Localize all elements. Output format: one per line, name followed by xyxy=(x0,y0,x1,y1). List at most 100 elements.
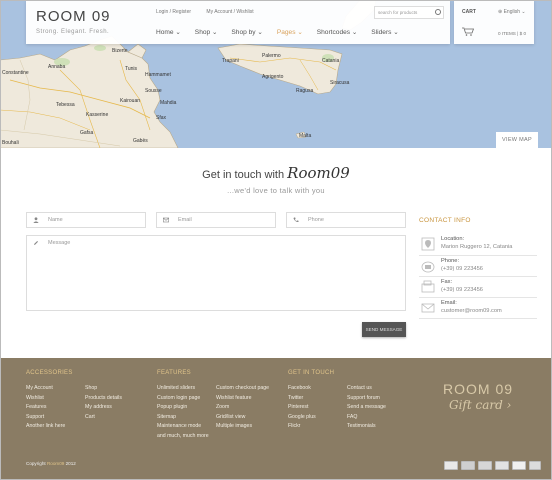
map-label: Trapani xyxy=(222,58,239,64)
footer-link[interactable]: Support forum xyxy=(347,394,386,404)
footer-link[interactable]: Features xyxy=(26,403,65,413)
copyright: Copyright Room09 2012 xyxy=(26,461,76,466)
login-register-link[interactable]: Login / Register xyxy=(156,9,191,15)
phone-field[interactable]: Phone xyxy=(286,212,406,228)
map-label: Annaba xyxy=(48,64,66,70)
payment-card-icon xyxy=(495,461,509,470)
footer-link[interactable]: Testimonials xyxy=(347,422,386,432)
account-wishlist-link[interactable]: My Account / Wishlist xyxy=(206,9,253,15)
cart-widget[interactable]: CART ⊕ English ⌄ 0 ITEMS | $ 0 xyxy=(454,0,534,44)
map-label: Hammamet xyxy=(145,72,171,78)
map-label: Kairouan xyxy=(120,98,141,104)
footer-accessories-col1: My Account Wishlist Features Support Ano… xyxy=(26,384,65,432)
contact-info-fax: Fax: (+39) 09 223456 xyxy=(419,279,537,298)
map-label: Tebessa xyxy=(56,102,75,108)
footer-link[interactable]: Custom checkout page xyxy=(216,384,269,394)
message-placeholder: Message xyxy=(48,240,71,246)
fax-value: (+39) 09 223456 xyxy=(441,287,483,293)
footer-logo: ROOM 09 xyxy=(443,381,514,397)
footer-link[interactable]: Custom login page xyxy=(157,394,209,404)
site-header: ROOM 09 Strong. Elegant. Fresh. Login / … xyxy=(26,0,450,44)
location-value: Marion Ruggero 12, Catania xyxy=(441,244,513,250)
cart-icon[interactable] xyxy=(462,27,474,36)
footer-link[interactable]: Facebook xyxy=(288,384,316,394)
map-label: Palermo xyxy=(262,53,281,59)
message-field[interactable]: Message xyxy=(26,235,406,311)
map-label: Sfax xyxy=(156,115,167,121)
send-message-button[interactable]: SEND MESSAGE xyxy=(362,322,406,337)
footer-link[interactable]: Send a message xyxy=(347,403,386,413)
footer-link[interactable]: Flickr xyxy=(288,422,316,432)
footer-link[interactable]: Unlimited sliders xyxy=(157,384,209,394)
location-label: Location: xyxy=(441,236,465,242)
nav-shop-by[interactable]: Shop by ⌄ xyxy=(231,28,263,36)
envelope-icon xyxy=(163,217,169,223)
name-field[interactable]: Name xyxy=(26,212,146,228)
footer-link[interactable]: Multiple images xyxy=(216,422,269,432)
nav-pages[interactable]: Pages ⌄ xyxy=(277,28,303,36)
payment-card-icon xyxy=(512,461,526,470)
map-label: Constantine xyxy=(2,70,29,76)
footer-link[interactable]: Twitter xyxy=(288,394,316,404)
phone-icon xyxy=(293,217,299,223)
footer-link[interactable]: Pinterest xyxy=(288,403,316,413)
search-icon[interactable] xyxy=(435,9,441,15)
contact-subheading: ...we'd love to talk with you xyxy=(227,186,325,195)
contact-info-email: Email: customer@room09.com xyxy=(419,300,537,319)
map-label: Sousse xyxy=(145,88,162,94)
logo[interactable]: ROOM 09 xyxy=(36,8,111,25)
email-placeholder: Email xyxy=(178,217,192,223)
footer-link[interactable]: Grid/list view xyxy=(216,413,269,423)
contact-heading: Get in touch with Room09 xyxy=(0,164,552,182)
phone-icon xyxy=(421,261,435,273)
top-links: Login / Register My Account / Wishlist xyxy=(156,9,268,15)
nav-shop[interactable]: Shop ⌄ xyxy=(195,28,218,36)
pencil-icon xyxy=(34,241,38,245)
footer-link[interactable]: Cart xyxy=(85,413,122,423)
map-label: Kasserine xyxy=(86,112,109,118)
view-map-button[interactable]: VIEW MAP xyxy=(496,132,538,148)
name-placeholder: Name xyxy=(48,217,63,223)
footer-link[interactable]: Wishlist feature xyxy=(216,394,269,404)
phone-placeholder: Phone xyxy=(308,217,324,223)
email-label: Email: xyxy=(441,300,457,306)
footer-link[interactable]: Contact us xyxy=(347,384,386,394)
map-label: Gabès xyxy=(133,138,148,144)
footer-link[interactable]: Support xyxy=(26,413,65,423)
contact-info-location: Location: Marion Ruggero 12, Catania xyxy=(419,236,537,256)
footer-link[interactable]: Popup plugin xyxy=(157,403,209,413)
email-value[interactable]: customer@room09.com xyxy=(441,308,502,314)
footer-link[interactable]: and much, much more xyxy=(157,432,209,442)
map-label: Catania xyxy=(322,58,340,64)
footer-link[interactable]: Zoom xyxy=(216,403,269,413)
contact-info-phone: Phone: (+39) 09 223456 xyxy=(419,258,537,277)
copyright-prefix: Copyright xyxy=(26,461,46,466)
nav-home[interactable]: Home ⌄ xyxy=(156,28,181,36)
footer-link[interactable]: Google plus xyxy=(288,413,316,423)
footer-link[interactable]: Wishlist xyxy=(26,394,65,404)
footer-get-in-touch-col1: Facebook Twitter Pinterest Google plus F… xyxy=(288,384,316,432)
main-nav: Home ⌄ Shop ⌄ Shop by ⌄ Pages ⌄ Shortcod… xyxy=(156,28,411,36)
map-label: Siracusa xyxy=(330,80,350,86)
footer-link[interactable]: Another link here xyxy=(26,422,65,432)
copyright-brand[interactable]: Room09 xyxy=(47,461,64,466)
copyright-year: 2012 xyxy=(65,461,76,466)
cart-summary: 0 ITEMS | $ 0 xyxy=(498,31,526,36)
nav-sliders[interactable]: Sliders ⌄ xyxy=(371,28,399,36)
language-select[interactable]: ⊕ English ⌄ xyxy=(498,9,526,15)
email-icon xyxy=(421,303,435,313)
search-input[interactable]: search for products xyxy=(374,6,444,19)
map-label: Gafsa xyxy=(80,130,94,136)
footer-link[interactable]: Products details xyxy=(85,394,122,404)
email-field[interactable]: Email xyxy=(156,212,276,228)
footer-get-in-touch-col2: Contact us Support forum Send a message … xyxy=(347,384,386,432)
nav-shortcodes[interactable]: Shortcodes ⌄ xyxy=(317,28,358,36)
gift-card-link[interactable]: Gift card › xyxy=(449,398,511,412)
footer-link[interactable]: My Account xyxy=(26,384,65,394)
footer-link[interactable]: FAQ xyxy=(347,413,386,423)
footer-link[interactable]: Sitemap xyxy=(157,413,209,423)
footer-link[interactable]: My address xyxy=(85,403,122,413)
footer-link[interactable]: Shop xyxy=(85,384,122,394)
footer-link[interactable]: Maintenance mode xyxy=(157,422,209,432)
payment-card-icon xyxy=(461,461,475,470)
